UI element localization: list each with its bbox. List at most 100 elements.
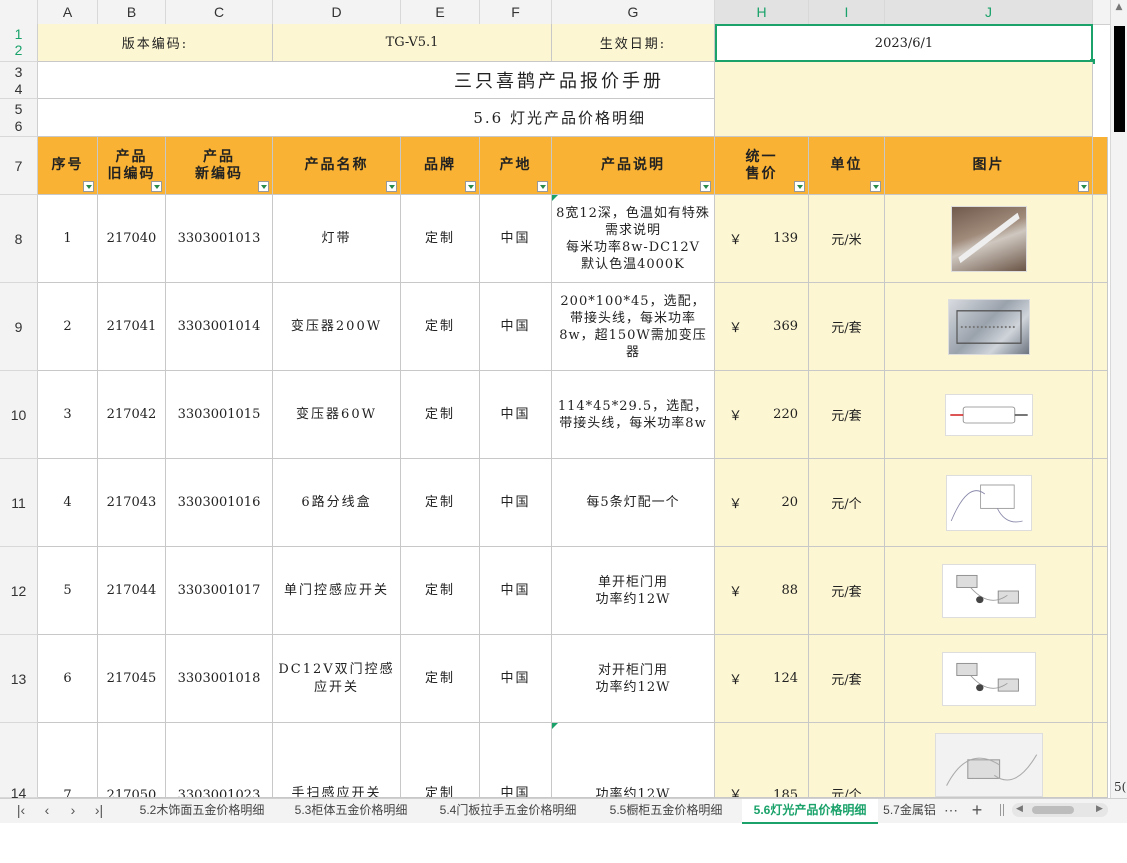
cell-brand[interactable]: 定制 xyxy=(401,283,480,371)
cell-no[interactable]: 2 xyxy=(38,283,98,371)
cell-old-code[interactable]: 217042 xyxy=(98,371,166,459)
column-header-a[interactable]: A xyxy=(38,0,98,24)
cell-origin[interactable]: 中国 xyxy=(480,371,552,459)
scroll-right-icon[interactable]: ▶ xyxy=(1096,803,1103,814)
sheet-tab-5-7[interactable]: 5.7金属铝 xyxy=(882,799,937,822)
cell-new-code[interactable]: 3303001023 xyxy=(166,723,273,798)
cell-origin[interactable]: 中国 xyxy=(480,195,552,283)
sheet-tab-5-6-active[interactable]: 5.6灯光产品价格明细 xyxy=(742,799,878,824)
cell-unit[interactable]: 元/套 xyxy=(809,547,885,635)
cell-old-code[interactable]: 217044 xyxy=(98,547,166,635)
header-unit[interactable]: 单位 xyxy=(809,137,885,195)
header-extra[interactable] xyxy=(1093,137,1108,195)
add-sheet-icon[interactable]: + xyxy=(966,799,988,822)
header-brand[interactable]: 品牌 xyxy=(401,137,480,195)
cell-old-code[interactable]: 217043 xyxy=(98,459,166,547)
cell-product-name[interactable]: 手扫感应开关 xyxy=(273,723,401,798)
cell-product-name[interactable]: 灯带 xyxy=(273,195,401,283)
cell-origin[interactable]: 中国 xyxy=(480,459,552,547)
header-no[interactable]: 序号 xyxy=(38,137,98,195)
cell-brand[interactable]: 定制 xyxy=(401,723,480,798)
cell-no[interactable]: 1 xyxy=(38,195,98,283)
cell-new-code[interactable]: 3303001017 xyxy=(166,547,273,635)
filter-dropdown-icon[interactable] xyxy=(794,181,805,192)
column-header-j[interactable]: J xyxy=(885,0,1093,24)
cell-price[interactable]: ￥ 185 xyxy=(715,723,809,798)
date-value-cell-selected[interactable]: 2023/6/1 xyxy=(715,24,1093,62)
cell-product-name[interactable]: 变压器60W xyxy=(273,371,401,459)
first-sheet-icon[interactable]: |‹ xyxy=(10,799,32,822)
cell-extra[interactable] xyxy=(1093,635,1108,723)
cell-no[interactable]: 6 xyxy=(38,635,98,723)
product-photo[interactable] xyxy=(942,652,1036,706)
cell-new-code[interactable]: 3303001015 xyxy=(166,371,273,459)
cell-description[interactable]: 单开柜门用 功率约12W xyxy=(552,547,715,635)
cell-price[interactable]: ￥ 369 xyxy=(715,283,809,371)
row-header-7[interactable]: 7 xyxy=(0,137,38,195)
cell-price[interactable]: ￥ 20 xyxy=(715,459,809,547)
cell-image[interactable] xyxy=(885,723,1093,798)
row-header-10[interactable]: 10 xyxy=(0,371,38,459)
last-sheet-icon[interactable]: ›| xyxy=(88,799,110,822)
product-photo[interactable] xyxy=(946,475,1032,531)
cell-brand[interactable]: 定制 xyxy=(401,635,480,723)
scrollbar-thumb[interactable] xyxy=(1114,26,1125,132)
cell-new-code[interactable]: 3303001018 xyxy=(166,635,273,723)
cell-brand[interactable]: 定制 xyxy=(401,371,480,459)
next-sheet-icon[interactable]: › xyxy=(62,799,84,822)
title-right-cell[interactable] xyxy=(715,62,1093,99)
cell-image[interactable] xyxy=(885,459,1093,547)
cell-extra[interactable] xyxy=(1093,371,1108,459)
row-header-1-2[interactable]: 12 xyxy=(0,24,38,62)
cell-unit[interactable]: 元/套 xyxy=(809,635,885,723)
filter-dropdown-icon[interactable] xyxy=(151,181,162,192)
row-header-12[interactable]: 12 xyxy=(0,547,38,635)
cell-description[interactable]: 8宽12深，色温如有特殊需求说明 每米功率8w-DC12V 默认色温4000K xyxy=(552,195,715,283)
cell-image[interactable] xyxy=(885,547,1093,635)
column-header-d[interactable]: D xyxy=(273,0,401,24)
cell-new-code[interactable]: 3303001016 xyxy=(166,459,273,547)
header-desc[interactable]: 产品说明 xyxy=(552,137,715,195)
sheet-tab-5-2[interactable]: 5.2木饰面五金价格明细 xyxy=(128,799,276,822)
title-cell[interactable]: 三只喜鹊产品报价手册 xyxy=(38,62,715,99)
cell-old-code[interactable]: 217040 xyxy=(98,195,166,283)
filter-dropdown-icon[interactable] xyxy=(465,181,476,192)
column-header-e[interactable]: E xyxy=(401,0,480,24)
cell-brand[interactable]: 定制 xyxy=(401,459,480,547)
cell-price[interactable]: ￥ 124 xyxy=(715,635,809,723)
product-photo[interactable] xyxy=(948,299,1030,355)
cell-extra[interactable] xyxy=(1093,547,1108,635)
cell-product-name[interactable]: DC12V双门控感应开关 xyxy=(273,635,401,723)
filter-dropdown-icon[interactable] xyxy=(386,181,397,192)
cell-brand[interactable]: 定制 xyxy=(401,195,480,283)
column-header-f[interactable]: F xyxy=(480,0,552,24)
cell-product-name[interactable]: 单门控感应开关 xyxy=(273,547,401,635)
cell-new-code[interactable]: 3303001013 xyxy=(166,195,273,283)
subtitle-cell[interactable]: 5.6 灯光产品价格明细 xyxy=(38,99,715,137)
comment-marker-icon[interactable] xyxy=(552,195,558,201)
header-old-code[interactable]: 产品 旧编码 xyxy=(98,137,166,195)
cell-price[interactable]: ￥ 139 xyxy=(715,195,809,283)
cell-new-code[interactable]: 3303001014 xyxy=(166,283,273,371)
cell-extra[interactable] xyxy=(1093,459,1108,547)
product-photo[interactable] xyxy=(935,733,1043,797)
filter-dropdown-icon[interactable] xyxy=(1078,181,1089,192)
more-tabs-icon[interactable]: ⋯ xyxy=(940,799,962,822)
cell-unit[interactable]: 元/套 xyxy=(809,371,885,459)
prev-sheet-icon[interactable]: ‹ xyxy=(36,799,58,822)
row-header-13[interactable]: 13 xyxy=(0,635,38,723)
row-header-11[interactable]: 11 xyxy=(0,459,38,547)
row-header-8[interactable]: 8 xyxy=(0,195,38,283)
cell-no[interactable]: 4 xyxy=(38,459,98,547)
cell-unit[interactable]: 元/个 xyxy=(809,723,885,798)
cell-image[interactable] xyxy=(885,635,1093,723)
version-label-cell[interactable]: 版本编码: xyxy=(38,24,273,62)
cell-origin[interactable]: 中国 xyxy=(480,283,552,371)
cell-product-name[interactable]: 6路分线盒 xyxy=(273,459,401,547)
product-photo[interactable] xyxy=(951,206,1027,272)
row-header-5-6[interactable]: 56 xyxy=(0,99,38,137)
cell-description[interactable]: 114*45*29.5，选配，带接头线，每米功率8w xyxy=(552,371,715,459)
cell-description[interactable]: 功率约12W xyxy=(552,723,715,798)
cell-origin[interactable]: 中国 xyxy=(480,635,552,723)
row-header-14[interactable]: 14 xyxy=(0,723,38,801)
